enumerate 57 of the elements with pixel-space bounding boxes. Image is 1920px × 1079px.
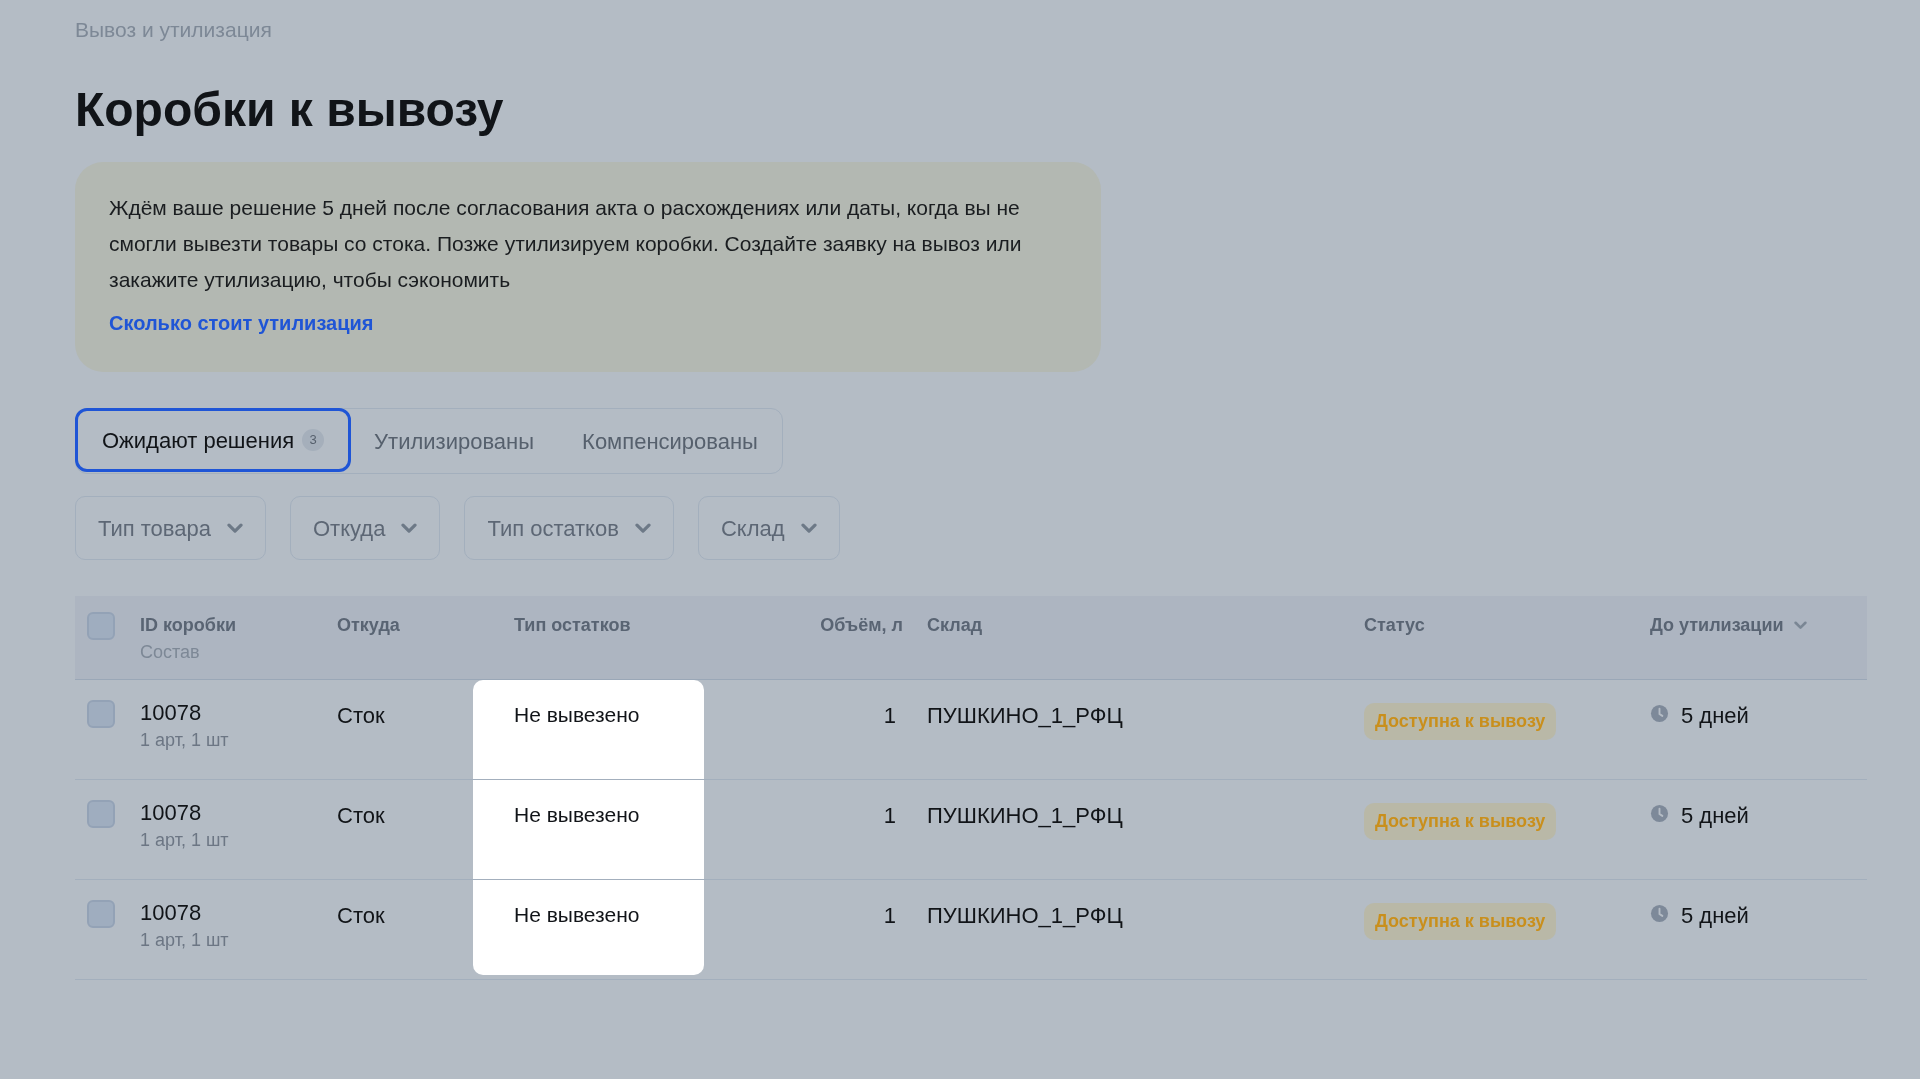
filter-dropdown[interactable]: Склад — [697, 496, 840, 560]
checkbox[interactable] — [87, 900, 115, 928]
column-header: Тип остатков — [514, 614, 632, 637]
composition-text: 1 арт, 1 шт — [140, 829, 230, 852]
info-text: Ждём ваше решение 5 дней после согласования акта о расхождениях или даты, когда вы не смогли вывезти товары со стока. Позже утилизируем коробки. Создайте заявку на вывоз или закажите утилизацию, чтобы сэкономить — [109, 195, 1023, 293]
tab[interactable]: Компенсированы — [558, 409, 782, 473]
column-header: ID коробки — [140, 614, 237, 637]
tab[interactable]: Утилизированы — [350, 409, 559, 473]
days-left: 5 дней — [1681, 902, 1749, 930]
tab-label: Компенсированы — [582, 427, 758, 456]
table-cell: ПУШКИНО_1_РФЦ — [927, 803, 1123, 828]
table-cell: ПУШКИНО_1_РФЦ — [927, 703, 1123, 728]
filter-dropdown[interactable]: Тип товара — [75, 496, 266, 560]
composition-text: 1 арт, 1 шт — [140, 729, 230, 752]
pricing-link[interactable]: Сколько стоит утилизация — [109, 308, 374, 338]
clock-icon — [1650, 804, 1669, 823]
box-id: 10078 — [140, 799, 203, 827]
chevron-down-icon — [401, 522, 418, 534]
table-cell-text: 1 — [883, 802, 896, 830]
highlighted-cell: Не вывезено — [473, 680, 704, 779]
tab-label: Ожидают решения — [102, 426, 295, 455]
filter-dropdown[interactable]: Откуда — [290, 496, 441, 560]
status-badge: Доступна к вывозу — [1364, 903, 1557, 940]
count-badge: 3 — [302, 429, 325, 451]
chevron-down-icon — [634, 522, 651, 534]
status-badge: Доступна к вывозу — [1364, 803, 1557, 840]
clock-icon — [1650, 704, 1669, 723]
sort-header[interactable]: До утилизации — [1650, 612, 1807, 639]
table-cell: ПУШКИНО_1_РФЦ — [927, 903, 1123, 928]
status-badge: Доступна к вывозу — [1364, 703, 1557, 740]
chevron-down-icon — [800, 522, 817, 534]
days-left: 5 дней — [1681, 802, 1749, 830]
chevron-down-icon — [227, 522, 243, 534]
box-id: 10078 — [140, 899, 203, 927]
clock-icon — [1650, 904, 1669, 923]
checkbox[interactable] — [87, 612, 115, 640]
table-cell-text: 1 — [883, 702, 896, 730]
column-header: Объём, л — [820, 614, 903, 637]
highlighted-cell: Не вывезено — [473, 880, 704, 975]
table-cell: Сток — [337, 703, 385, 728]
tab[interactable]: Ожидают решения 3 — [75, 408, 352, 472]
checkbox[interactable] — [87, 700, 115, 728]
table-cell: Сток — [337, 803, 385, 828]
filter-dropdown[interactable]: Тип остатков — [464, 496, 674, 560]
highlighted-cell: Не вывезено — [473, 780, 704, 879]
days-left: 5 дней — [1681, 702, 1749, 730]
page-title: Коробки к вывозу — [75, 82, 505, 138]
box-id: 10078 — [140, 699, 203, 727]
tab-label: Утилизированы — [374, 427, 535, 456]
composition-text: 1 арт, 1 шт — [140, 929, 230, 952]
column-header: Статус — [1364, 614, 1426, 637]
chevron-down-icon — [1793, 621, 1807, 630]
table-cell: Сток — [337, 903, 385, 928]
column-header: Откуда — [337, 614, 401, 637]
checkbox[interactable] — [87, 800, 115, 828]
column-header: Склад — [927, 614, 984, 637]
table-cell-text: 1 — [883, 902, 896, 930]
